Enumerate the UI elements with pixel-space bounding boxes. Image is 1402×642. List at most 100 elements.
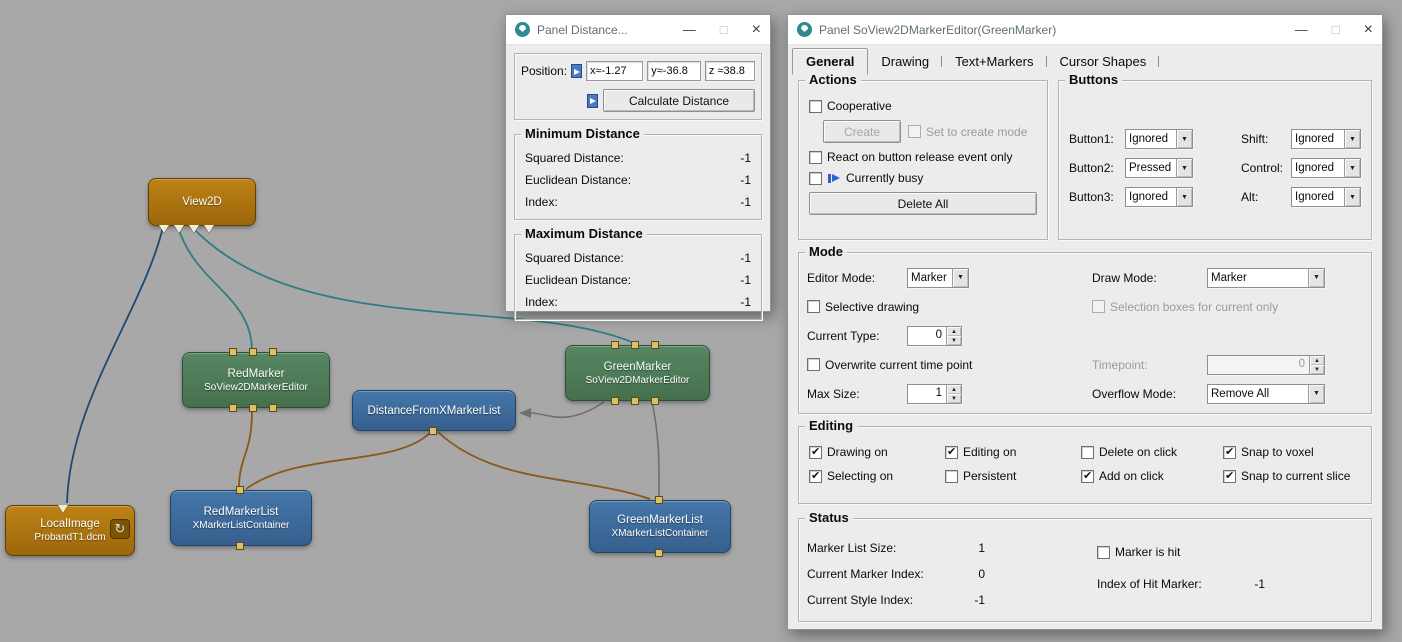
editor-mode-dropdown[interactable]: Marker ▼: [907, 268, 969, 288]
calculate-distance-button[interactable]: Calculate Distance: [603, 89, 755, 112]
input-connector-triangle[interactable]: [204, 225, 214, 233]
field-label: Draw Mode:: [1092, 271, 1207, 285]
input-connector-triangle[interactable]: [159, 225, 169, 233]
checkbox-overwrite-time-point[interactable]: Overwrite current time point: [807, 358, 1092, 372]
wire-view2d-redmarker[interactable]: [178, 227, 252, 350]
node-distancefromxmarkerlist[interactable]: DistanceFromXMarkerList: [352, 390, 516, 431]
input-connector-triangle[interactable]: [174, 225, 184, 233]
shift-dropdown[interactable]: Ignored ▼: [1291, 129, 1361, 149]
checkbox-selecting-on[interactable]: Selecting on: [809, 469, 945, 483]
delete-all-button[interactable]: Delete All: [809, 192, 1037, 215]
minimize-icon[interactable]: —: [1295, 23, 1308, 36]
button1-dropdown[interactable]: Ignored ▼: [1125, 129, 1193, 149]
connector-square[interactable]: [611, 341, 619, 349]
close-icon[interactable]: ×: [1364, 22, 1373, 38]
control-dropdown[interactable]: Ignored ▼: [1291, 158, 1361, 178]
tab-cursor-shapes[interactable]: Cursor Shapes: [1047, 49, 1160, 74]
connector-square[interactable]: [229, 348, 237, 356]
dropdown-value: Ignored: [1126, 191, 1176, 203]
titlebar[interactable]: Panel SoView2DMarkerEditor(GreenMarker) …: [788, 15, 1382, 45]
connector-square[interactable]: [651, 341, 659, 349]
overflow-mode-dropdown[interactable]: Remove All ▼: [1207, 384, 1325, 404]
wire-redmarker-redmarkerlist[interactable]: [239, 410, 252, 489]
node-greenmarkerlist[interactable]: GreenMarkerList XMarkerListContainer: [589, 500, 731, 553]
checkbox-drawing-on[interactable]: Drawing on: [809, 445, 945, 459]
connector-square[interactable]: [269, 348, 277, 356]
node-view2d[interactable]: View2D: [148, 178, 256, 226]
node-redmarkerlist[interactable]: RedMarkerList XMarkerListContainer: [170, 490, 312, 546]
button3-dropdown[interactable]: Ignored ▼: [1125, 187, 1193, 207]
connector-square[interactable]: [611, 397, 619, 405]
stat-row: Squared Distance: -1: [521, 147, 755, 169]
connector-square[interactable]: [651, 397, 659, 405]
checkbox-delete-on-click[interactable]: Delete on click: [1081, 445, 1223, 459]
connector-square[interactable]: [655, 549, 663, 557]
checkbox-box: [809, 470, 822, 483]
tab-general[interactable]: General: [792, 48, 868, 75]
checkbox-currently-busy[interactable]: Currently busy: [809, 171, 923, 185]
spin-up-icon[interactable]: ▲: [947, 327, 961, 336]
max-size-spinbox[interactable]: 1 ▲▼: [907, 384, 962, 404]
checkbox-selection-boxes[interactable]: Selection boxes for current only: [1092, 300, 1363, 314]
node-localimage[interactable]: LocalImage ProbandT1.dcm ↻: [5, 505, 135, 556]
node-redmarker[interactable]: RedMarker SoView2DMarkerEditor: [182, 352, 330, 408]
timepoint-spinbox[interactable]: 0 ▲▼: [1207, 355, 1325, 375]
checkbox-cooperative[interactable]: Cooperative: [809, 99, 892, 113]
dropdown-arrow-icon: ▼: [1176, 188, 1192, 206]
node-title: GreenMarkerList: [617, 513, 703, 527]
tab-text-markers[interactable]: Text+Markers: [942, 49, 1046, 74]
spin-down-icon[interactable]: ▼: [947, 336, 961, 345]
connector-square[interactable]: [269, 404, 277, 412]
alt-dropdown[interactable]: Ignored ▼: [1291, 187, 1361, 207]
titlebar[interactable]: Panel Distance... — □ ×: [506, 15, 770, 45]
checkbox-add-on-click[interactable]: Add on click: [1081, 469, 1223, 483]
draw-mode-dropdown[interactable]: Marker ▼: [1207, 268, 1325, 288]
checkbox-react-on-release[interactable]: React on button release event only: [809, 150, 1012, 164]
wire-view2d-localimage[interactable]: [67, 227, 163, 503]
position-z-field[interactable]: z ≈38.8: [705, 61, 755, 81]
connector-square[interactable]: [429, 427, 437, 435]
maximize-icon[interactable]: □: [720, 23, 728, 36]
maximize-icon[interactable]: □: [1332, 23, 1340, 36]
create-button[interactable]: Create: [823, 120, 901, 143]
checkbox-set-to-create-mode[interactable]: Set to create mode: [908, 125, 1027, 139]
wire-greenmarker-greenmarkerlist[interactable]: [652, 402, 659, 499]
node-subtitle: ProbandT1.dcm: [34, 531, 105, 544]
wire-greenmarker-distance[interactable]: [531, 402, 604, 417]
connector-square[interactable]: [631, 397, 639, 405]
button2-dropdown[interactable]: Pressed ▼: [1125, 158, 1193, 178]
position-y-field[interactable]: y≈-36.8: [647, 61, 701, 81]
spin-down-icon[interactable]: ▼: [947, 394, 961, 403]
connector-square[interactable]: [631, 341, 639, 349]
wire-greenmarkerlist-distance[interactable]: [438, 432, 650, 499]
input-connector-triangle[interactable]: [189, 225, 199, 233]
stat-value: -1: [740, 173, 751, 187]
connector-square[interactable]: [655, 496, 663, 504]
spin-down-icon[interactable]: ▼: [1310, 365, 1324, 374]
node-graph-canvas[interactable]: View2D LocalImage ProbandT1.dcm ↻ RedMar…: [0, 0, 1402, 642]
connector-square[interactable]: [236, 542, 244, 550]
group-title: Status: [805, 510, 853, 525]
checkbox-persistent[interactable]: Persistent: [945, 469, 1081, 483]
output-connector-triangle[interactable]: [58, 505, 68, 513]
current-type-spinbox[interactable]: 0 ▲▼: [907, 326, 962, 346]
connector-square[interactable]: [249, 348, 257, 356]
checkbox-snap-to-voxel[interactable]: Snap to voxel: [1223, 445, 1361, 459]
connector-square[interactable]: [236, 486, 244, 494]
spin-up-icon[interactable]: ▲: [947, 385, 961, 394]
checkbox-snap-to-current-slice[interactable]: Snap to current slice: [1223, 469, 1361, 483]
tab-drawing[interactable]: Drawing: [868, 49, 942, 74]
checkbox-editing-on[interactable]: Editing on: [945, 445, 1081, 459]
close-icon[interactable]: ×: [752, 22, 761, 38]
checkbox-marker-is-hit[interactable]: Marker is hit: [1097, 545, 1180, 559]
connector-square[interactable]: [229, 404, 237, 412]
checkbox-selective-drawing[interactable]: Selective drawing: [807, 300, 1092, 314]
node-greenmarker[interactable]: GreenMarker SoView2DMarkerEditor: [565, 345, 710, 401]
checkbox-label: Persistent: [963, 469, 1016, 483]
minimize-icon[interactable]: —: [683, 23, 696, 36]
connector-square[interactable]: [249, 404, 257, 412]
position-x-field[interactable]: x≈-1.27: [586, 61, 643, 81]
wire-redmarkerlist-distance[interactable]: [246, 432, 431, 489]
spin-up-icon[interactable]: ▲: [1310, 356, 1324, 365]
reload-icon[interactable]: ↻: [110, 519, 130, 539]
